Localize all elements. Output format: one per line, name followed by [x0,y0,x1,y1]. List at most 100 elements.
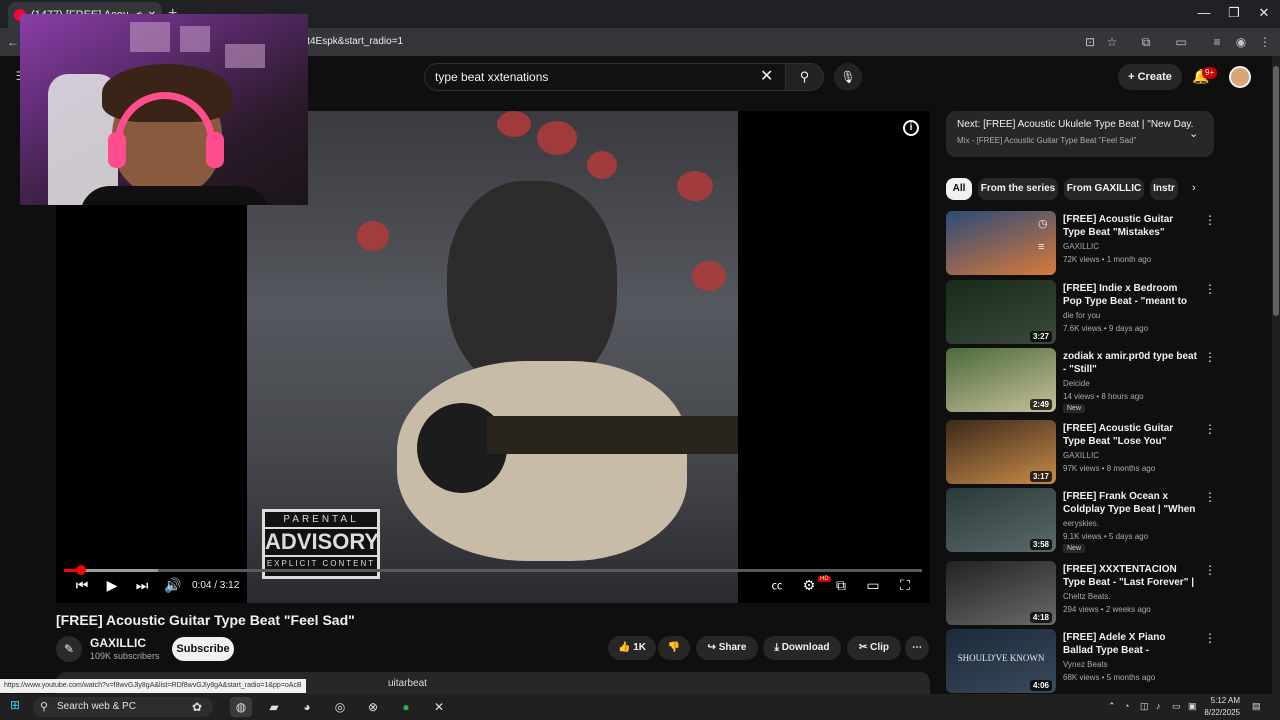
notification-center-icon[interactable]: ▤ [1252,701,1261,712]
miniplayer-icon[interactable]: ⧉ [830,577,852,594]
network-icon[interactable]: ◫ [1140,701,1149,712]
rec-channel[interactable]: Cheltz Beats. [1063,592,1111,601]
discord-icon[interactable]: ◕ [296,697,318,717]
restore-icon[interactable]: ❐ [1220,5,1248,21]
rec-title[interactable]: [FREE] Acoustic Guitar Type Beat "Lose Y… [1063,422,1197,448]
chip-all[interactable]: All [946,178,972,200]
next-icon[interactable]: ⏭ [131,577,153,594]
create-button[interactable]: + Create [1118,64,1182,90]
minimize-icon[interactable]: — [1190,5,1218,20]
chevron-down-icon[interactable]: ⌄ [1189,127,1198,140]
headset-icon[interactable]: ◔ [1124,701,1129,711]
file-explorer-icon[interactable]: ▰ [263,697,285,717]
recommendation-item[interactable]: 3:17 [FREE] Acoustic Guitar Type Beat "Lo… [946,420,1216,486]
rec-more-icon[interactable]: ⋮ [1204,213,1216,227]
rec-more-icon[interactable]: ⋮ [1204,422,1216,436]
advisory-top: PARENTAL [265,512,377,529]
chevron-right-icon[interactable]: › [1192,182,1196,194]
install-app-icon[interactable]: ⊡ [1081,33,1099,51]
previous-icon[interactable]: ⏮ [71,577,93,594]
dislike-button[interactable]: 👎 [658,636,690,660]
battery-icon[interactable]: ▭ [1172,701,1181,712]
tray-overflow-icon[interactable]: ⌃ [1108,701,1116,712]
extensions-icon[interactable]: ⧉ [1137,33,1155,51]
rec-thumbnail[interactable]: 3:27 [946,280,1056,344]
fullscreen-icon[interactable]: ⛶ [894,577,916,594]
rec-more-icon[interactable]: ⋮ [1204,350,1216,364]
profile-icon[interactable]: ◉ [1232,33,1250,51]
rec-title[interactable]: [FREE] Frank Ocean x Coldplay Type Beat … [1063,490,1197,516]
rec-channel[interactable]: die for you [1063,311,1100,320]
channel-name[interactable]: GAXILLIC [90,636,146,650]
play-icon[interactable]: ▶ [101,577,123,594]
spotify-icon[interactable]: ● [395,697,417,717]
cast-icon[interactable]: ▭ [1172,33,1190,51]
share-button[interactable]: ↪ Share [696,636,758,660]
rec-thumbnail[interactable]: 3:17 [946,420,1056,484]
bookmark-star-icon[interactable]: ☆ [1103,33,1121,51]
obs-icon[interactable]: ⊗ [362,697,384,717]
recommendation-item[interactable]: 2:49 zodiak x amir.pr0d type beat - "Stil… [946,348,1216,414]
theater-mode-icon[interactable]: ▭ [862,577,884,594]
settings-gear-icon[interactable]: ⚙ [798,577,820,594]
like-button[interactable]: 👍 1K [608,636,656,660]
recommendation-item[interactable]: SHOULD'VE KNOWN 4:06 [FREE] Adele X Piano … [946,629,1216,695]
rec-channel[interactable]: GAXILLIC [1063,451,1099,460]
chrome-taskbar-icon[interactable]: ◍ [230,697,252,717]
capcut-icon[interactable]: ✕ [428,697,450,717]
watch-later-icon[interactable]: ◷ [1038,217,1048,230]
close-window-icon[interactable]: ✕ [1250,5,1278,21]
display-icon[interactable]: ▣ [1188,701,1197,712]
volume-icon[interactable]: 🔊 [162,577,184,594]
clear-search-icon[interactable]: ✕ [760,66,773,86]
rec-thumbnail[interactable]: 2:49 [946,348,1056,412]
progress-track[interactable] [64,569,922,572]
widget-icon[interactable]: ✿ [186,697,208,717]
captions-icon[interactable]: ㏄ [766,577,788,593]
rec-title[interactable]: [FREE] XXXTENTACION Type Beat - "Last Fo… [1063,563,1197,589]
windows-start-icon[interactable]: ⊞ [10,699,22,711]
chrome-menu-icon[interactable]: ⋮ [1256,33,1274,51]
scrollbar-thumb[interactable] [1273,66,1279,316]
steam-icon[interactable]: ◎ [329,697,351,717]
recommendation-item[interactable]: 3:58 [FREE] Frank Ocean x Coldplay Type B… [946,488,1216,554]
rec-channel[interactable]: Vynez Beats [1063,660,1108,669]
download-button[interactable]: ⤓ Download [763,636,841,660]
chip-instrumental[interactable]: Instr [1150,178,1178,200]
recommendation-item[interactable]: 3:27 [FREE] Indie x Bedroom Pop Type Beat… [946,280,1216,346]
more-actions-button[interactable]: ⋯ [905,636,929,660]
rec-more-icon[interactable]: ⋮ [1204,563,1216,577]
recommendation-item[interactable]: [FREE] Acoustic Guitar Type Beat "Mistak… [946,211,1216,277]
account-avatar[interactable] [1229,66,1251,88]
rec-title[interactable]: zodiak x amir.pr0d type beat - "Still" [1063,350,1197,376]
rec-thumbnail[interactable]: SHOULD'VE KNOWN 4:06 [946,629,1056,693]
rec-more-icon[interactable]: ⋮ [1204,282,1216,296]
rec-thumbnail[interactable]: 3:58 [946,488,1056,552]
up-next-box[interactable]: Next: [FREE] Acoustic Ukulele Type Beat … [946,111,1214,157]
rec-channel[interactable]: GAXILLIC [1063,242,1099,251]
channel-avatar[interactable]: ✎ [56,636,82,662]
rec-channel[interactable]: Deicide [1063,379,1090,388]
voice-search-icon[interactable]: 🎙 [834,63,862,91]
rec-channel[interactable]: eeryskies. [1063,519,1099,528]
scrubber-handle[interactable] [76,565,87,575]
rec-title[interactable]: [FREE] Adele X Piano Ballad Type Beat - … [1063,631,1197,657]
chip-from-the-series[interactable]: From the series [978,178,1058,200]
taskbar-clock[interactable]: 5:12 AM 8/22/2025 [1200,695,1240,719]
info-icon[interactable]: i [903,120,919,136]
rec-title[interactable]: [FREE] Indie x Bedroom Pop Type Beat - "… [1063,282,1197,308]
add-to-queue-icon[interactable]: ≡ [1038,241,1044,253]
search-button[interactable]: ⚲ [786,63,824,91]
rec-thumbnail[interactable]: 4:18 [946,561,1056,625]
recommendation-item[interactable]: 4:18 [FREE] XXXTENTACION Type Beat - "Las… [946,561,1216,627]
chip-from-gaxillic[interactable]: From GAXILLIC [1064,178,1144,200]
address-bar[interactable]: Ct4Espk&start_radio=1 [300,32,1070,52]
search-input[interactable]: type beat xxtenations [424,63,786,91]
subscribe-button[interactable]: Subscribe [172,637,234,661]
clip-button[interactable]: ✂ Clip [847,636,901,660]
rec-more-icon[interactable]: ⋮ [1204,631,1216,645]
media-control-icon[interactable]: ≡ [1208,33,1226,51]
rec-title[interactable]: [FREE] Acoustic Guitar Type Beat "Mistak… [1063,213,1197,239]
volume-tray-icon[interactable]: ♪ [1156,701,1161,711]
rec-more-icon[interactable]: ⋮ [1204,490,1216,504]
